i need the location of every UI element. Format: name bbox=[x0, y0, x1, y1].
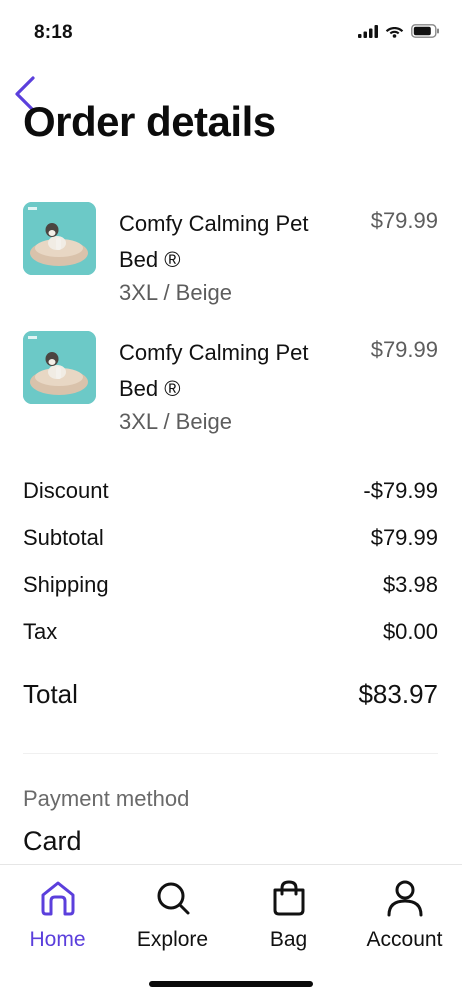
page-title: Order details bbox=[23, 98, 276, 145]
shipping-row: Shipping $3.98 bbox=[23, 572, 438, 598]
shipping-label: Shipping bbox=[23, 572, 109, 597]
wifi-icon bbox=[385, 27, 404, 38]
tab-bag[interactable]: Bag bbox=[231, 865, 346, 965]
tab-account-label: Account bbox=[366, 928, 443, 951]
discount-row: Discount -$79.99 bbox=[23, 478, 438, 504]
product-variant: 3XL / Beige bbox=[119, 409, 232, 434]
bottom-tab-bar: Home Explore Bag Account bbox=[0, 864, 462, 1000]
order-item[interactable]: Comfy Calming Pet Bed ® 3XL / Beige $79.… bbox=[23, 202, 438, 312]
subtotal-value: $79.99 bbox=[370, 525, 438, 550]
product-price: $79.99 bbox=[370, 208, 438, 233]
home-icon bbox=[38, 878, 78, 918]
payment-method-label: Payment method bbox=[23, 786, 190, 811]
subtotal-row: Subtotal $79.99 bbox=[23, 525, 438, 551]
section-divider bbox=[23, 753, 438, 754]
discount-value: -$79.99 bbox=[363, 478, 438, 503]
total-value: $83.97 bbox=[358, 679, 438, 709]
tax-label: Tax bbox=[23, 619, 58, 644]
tax-row: Tax $0.00 bbox=[23, 619, 438, 645]
payment-method-value: Card bbox=[23, 826, 82, 856]
subtotal-label: Subtotal bbox=[23, 525, 104, 550]
cellular-signal-icon bbox=[358, 24, 378, 38]
tax-value: $0.00 bbox=[382, 619, 438, 644]
status-icons bbox=[358, 24, 440, 38]
total-row: Total $83.97 bbox=[23, 679, 438, 710]
status-time: 8:18 bbox=[34, 22, 73, 43]
tab-home[interactable]: Home bbox=[0, 865, 115, 965]
tab-bag-label: Bag bbox=[269, 928, 308, 951]
search-icon bbox=[153, 878, 193, 918]
shipping-value: $3.98 bbox=[382, 572, 438, 597]
product-price: $79.99 bbox=[370, 337, 438, 362]
product-name: Comfy Calming Pet Bed ® bbox=[119, 211, 309, 272]
status-bar: 8:18 bbox=[0, 0, 462, 60]
tab-home-label: Home bbox=[29, 928, 86, 951]
product-image bbox=[23, 202, 96, 275]
home-indicator bbox=[149, 981, 313, 987]
tab-account[interactable]: Account bbox=[347, 865, 462, 965]
product-variant: 3XL / Beige bbox=[119, 280, 232, 305]
discount-label: Discount bbox=[23, 478, 109, 503]
bag-icon bbox=[269, 878, 309, 918]
product-image bbox=[23, 331, 96, 404]
total-label: Total bbox=[23, 679, 78, 709]
battery-icon bbox=[411, 24, 439, 38]
order-item[interactable]: Comfy Calming Pet Bed ® 3XL / Beige $79.… bbox=[23, 331, 438, 441]
user-icon bbox=[385, 878, 425, 918]
tab-explore-label: Explore bbox=[136, 928, 209, 951]
product-name: Comfy Calming Pet Bed ® bbox=[119, 340, 309, 401]
tab-explore[interactable]: Explore bbox=[115, 865, 230, 965]
